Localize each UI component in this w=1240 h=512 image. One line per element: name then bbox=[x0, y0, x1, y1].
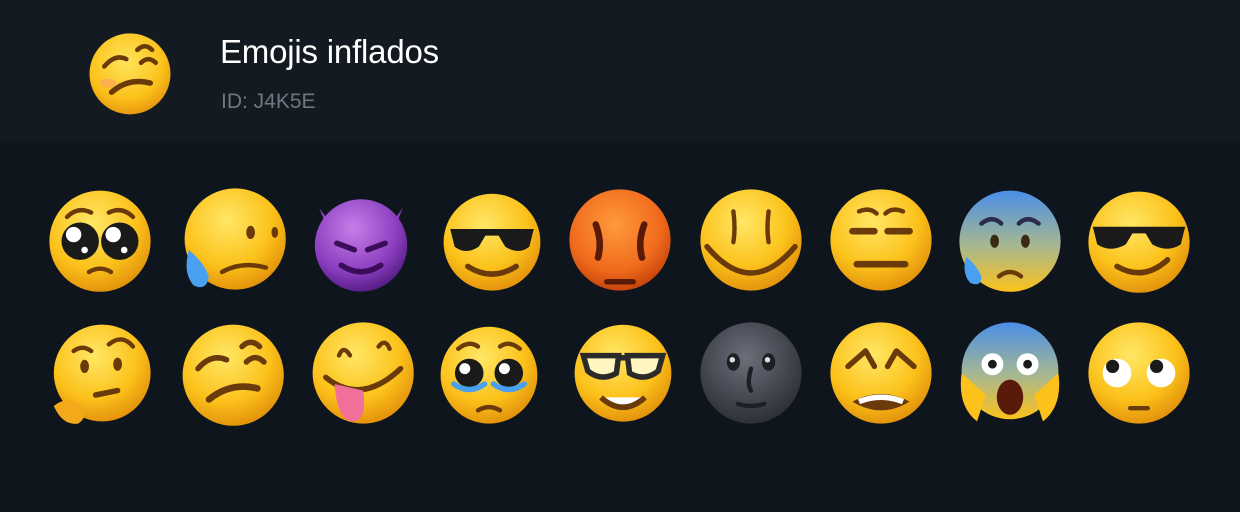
smiling-sunglasses-face-icon[interactable] bbox=[437, 185, 547, 295]
pack-id: ID: J4K5E bbox=[221, 90, 316, 113]
cool-sunglasses-face-icon[interactable] bbox=[1084, 185, 1194, 295]
thinking-face-icon[interactable] bbox=[45, 318, 155, 428]
tongue-out-face-icon[interactable] bbox=[306, 318, 416, 428]
tired-face-icon[interactable] bbox=[826, 318, 936, 428]
new-moon-face-icon[interactable] bbox=[696, 318, 806, 428]
woozy-face-icon[interactable] bbox=[176, 318, 286, 428]
pouting-face-icon[interactable] bbox=[565, 185, 675, 295]
sad-tear-face-icon[interactable] bbox=[178, 184, 288, 294]
pleading-face-icon[interactable] bbox=[45, 184, 155, 294]
holding-back-tears-face-icon[interactable] bbox=[434, 318, 544, 428]
eyes-up-face-icon[interactable] bbox=[1084, 318, 1194, 428]
screaming-face-icon[interactable] bbox=[955, 318, 1065, 428]
wide-smile-face-icon[interactable] bbox=[696, 185, 806, 295]
expressionless-face-icon[interactable] bbox=[826, 185, 936, 295]
emoji-grid bbox=[0, 141, 1240, 512]
anxious-sweat-face-icon[interactable] bbox=[955, 184, 1065, 294]
smiling-imp-icon[interactable] bbox=[306, 186, 416, 296]
pack-header: Emojis inflados ID: J4K5E bbox=[0, 0, 1240, 141]
page-title: Emojis inflados bbox=[220, 33, 439, 70]
woozy-face-icon bbox=[84, 26, 176, 118]
nerd-glasses-face-icon[interactable] bbox=[568, 316, 678, 426]
